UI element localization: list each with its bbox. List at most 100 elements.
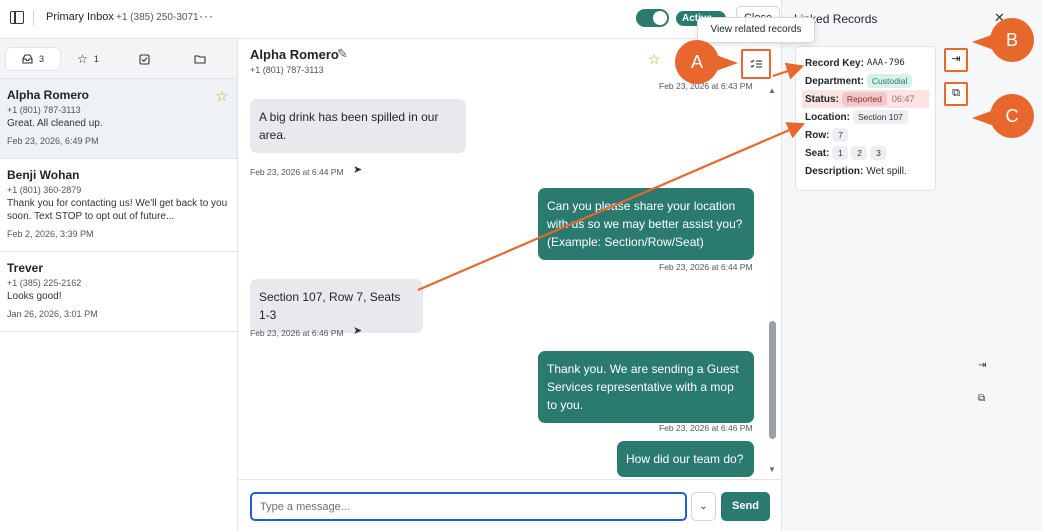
message-bubble-outgoing: How did our team do? bbox=[617, 441, 754, 477]
template-dropdown-button[interactable]: ⌄ bbox=[691, 492, 716, 521]
conversation-name: Alpha Romero bbox=[7, 88, 90, 102]
collapse-right-icon: ⇥ bbox=[951, 53, 961, 65]
checklist-icon bbox=[750, 59, 762, 68]
message-composer: ⌄ Send bbox=[238, 479, 781, 531]
filter-tabs: 3 ☆ 1 bbox=[0, 39, 237, 79]
message-bubble-outgoing: Thank you. We are sending a Guest Servic… bbox=[538, 351, 754, 423]
row-chip: 7 bbox=[832, 128, 849, 142]
conversation-phone: +1 (385) 225-2162 bbox=[7, 278, 82, 288]
conversation-item-alpha-romero[interactable]: Alpha Romero +1 (801) 787-3113 Great. Al… bbox=[0, 79, 237, 159]
view-related-records-tooltip: View related records bbox=[697, 17, 815, 43]
divider bbox=[33, 10, 34, 26]
message-timestamp: Feb 23, 2026 at 6:46 PM bbox=[250, 328, 344, 338]
message-input[interactable] bbox=[250, 492, 687, 521]
conversation-item-trever[interactable]: Trever +1 (385) 225-2162 Looks good! Jan… bbox=[0, 252, 237, 332]
edit-pencil-icon[interactable]: ✎ bbox=[337, 46, 348, 62]
conversation-item-benji-wohan[interactable]: Benji Wohan +1 (801) 360-2879 Thank you … bbox=[0, 159, 237, 252]
tab-starred[interactable]: ☆ 1 bbox=[61, 48, 115, 70]
location-label: Location: bbox=[805, 111, 850, 123]
send-button[interactable]: Send bbox=[721, 492, 770, 521]
callout-b: B bbox=[990, 18, 1034, 62]
external-link-icon: ⧉ bbox=[952, 87, 960, 99]
description-label: Description: bbox=[805, 165, 864, 177]
status-label: Status: bbox=[805, 93, 839, 105]
status-badge: Reported bbox=[841, 92, 887, 106]
folder-icon bbox=[194, 55, 206, 64]
conversation-preview: Great. All cleaned up. bbox=[7, 118, 103, 129]
conversation-list-panel: 3 ☆ 1 Alpha Romero +1 (801) 787-3113 Gre… bbox=[0, 38, 238, 531]
conversation-date: Feb 23, 2026, 6:49 PM bbox=[7, 136, 99, 146]
callout-a: A bbox=[675, 40, 719, 84]
tab-starred-count: 1 bbox=[93, 54, 99, 64]
tab-archived[interactable] bbox=[173, 48, 227, 70]
status-row: Status: Reported 06:47 bbox=[802, 90, 929, 108]
seat-chip: 3 bbox=[870, 146, 887, 160]
conversation-preview: Thank you for contacting us! We'll get b… bbox=[7, 198, 228, 222]
record-card: Record Key: AAA-796 Department: Custodia… bbox=[795, 46, 936, 191]
view-related-records-button[interactable] bbox=[741, 49, 771, 79]
more-options-icon[interactable]: ··· bbox=[199, 9, 214, 23]
message-timestamp: Feb 23, 2026 at 6:46 PM bbox=[659, 423, 753, 433]
scroll-up-arrow-icon[interactable]: ▲ bbox=[768, 86, 776, 95]
message-timestamp: Feb 23, 2026 at 6:44 PM bbox=[250, 167, 344, 177]
row-row: Row: 7 bbox=[805, 126, 926, 144]
message-timestamp: Feb 23, 2026 at 6:43 PM bbox=[659, 81, 753, 91]
star-icon[interactable]: ☆ bbox=[648, 51, 661, 68]
conversation-date: Jan 26, 2026, 3:01 PM bbox=[7, 309, 98, 319]
location-row: Location: Section 107 bbox=[805, 108, 926, 126]
tab-completed[interactable] bbox=[117, 48, 171, 70]
scroll-down-arrow-icon[interactable]: ▼ bbox=[768, 465, 776, 474]
tab-inbox[interactable]: 3 bbox=[6, 48, 60, 70]
record-key-value: AAA-796 bbox=[866, 58, 905, 68]
chat-contact-phone: +1 (801) 787-3113 bbox=[250, 65, 324, 75]
seat-chip: 2 bbox=[851, 146, 868, 160]
star-icon[interactable]: ☆ bbox=[215, 88, 228, 105]
seat-chip: 1 bbox=[832, 146, 849, 160]
seat-row: Seat: 1 2 3 bbox=[805, 144, 926, 162]
description-row: Description: Wet spill. bbox=[805, 162, 926, 180]
conversation-phone: +1 (801) 360-2879 bbox=[7, 185, 82, 195]
message-thread[interactable]: Feb 23, 2026 at 6:43 PM A big drink has … bbox=[238, 81, 781, 479]
tab-inbox-count: 3 bbox=[38, 54, 44, 64]
linked-records-panel: Linked Records ✕ Record Key: AAA-796 Dep… bbox=[781, 0, 1042, 531]
external-link-icon[interactable]: ⧉ bbox=[978, 393, 985, 404]
scrollbar-thumb[interactable] bbox=[769, 321, 776, 439]
sidebar-toggle-icon[interactable] bbox=[10, 11, 24, 24]
sent-paper-plane-icon: ➤ bbox=[353, 164, 363, 176]
conversation-phone: +1 (801) 787-3113 bbox=[7, 105, 81, 115]
record-key-row: Record Key: AAA-796 bbox=[805, 54, 926, 72]
callout-a-pointer bbox=[716, 55, 738, 71]
callout-c-pointer bbox=[972, 110, 994, 126]
callout-c: C bbox=[990, 94, 1034, 138]
collapse-right-icon[interactable]: ⇥ bbox=[978, 360, 986, 371]
message-bubble-outgoing: Can you please share your location with … bbox=[538, 188, 754, 260]
inbox-phone: +1 (385) 250-3071 bbox=[116, 12, 199, 23]
open-record-button[interactable]: ⧉ bbox=[944, 82, 968, 106]
conversation-name: Trever bbox=[7, 261, 44, 275]
record-key-label: Record Key: bbox=[805, 57, 864, 69]
star-icon: ☆ bbox=[77, 52, 88, 66]
department-row: Department: Custodial bbox=[805, 72, 926, 90]
chat-panel: Alpha Romero ✎ +1 (801) 787-3113 ☆ View … bbox=[238, 17, 815, 531]
collapse-panel-button[interactable]: ⇥ bbox=[944, 48, 968, 72]
message-bubble-incoming: A big drink has been spilled in our area… bbox=[250, 99, 466, 153]
description-value: Wet spill. bbox=[866, 165, 907, 177]
active-toggle[interactable] bbox=[636, 9, 669, 27]
checkbox-icon bbox=[138, 53, 150, 65]
top-bar: Primary Inbox +1 (385) 250-3071 ··· Acti… bbox=[0, 0, 781, 38]
message-timestamp: Feb 23, 2026 at 6:44 PM bbox=[659, 262, 753, 272]
inbox-title[interactable]: Primary Inbox bbox=[46, 11, 114, 23]
chat-contact-name: Alpha Romero bbox=[250, 47, 339, 62]
location-chip: Section 107 bbox=[853, 110, 908, 124]
seat-label: Seat: bbox=[805, 147, 830, 159]
row-label: Row: bbox=[805, 129, 830, 141]
callout-b-pointer bbox=[972, 34, 994, 50]
sent-paper-plane-icon: ➤ bbox=[353, 325, 363, 337]
inbox-icon bbox=[22, 54, 33, 64]
conversation-date: Feb 2, 2026, 3:39 PM bbox=[7, 229, 94, 239]
conversation-name: Benji Wohan bbox=[7, 168, 80, 182]
message-bubble-incoming: Section 107, Row 7, Seats 1-3 bbox=[250, 279, 423, 333]
conversation-preview: Looks good! bbox=[7, 291, 62, 302]
department-label: Department: bbox=[805, 75, 864, 87]
department-chip: Custodial bbox=[866, 74, 913, 88]
